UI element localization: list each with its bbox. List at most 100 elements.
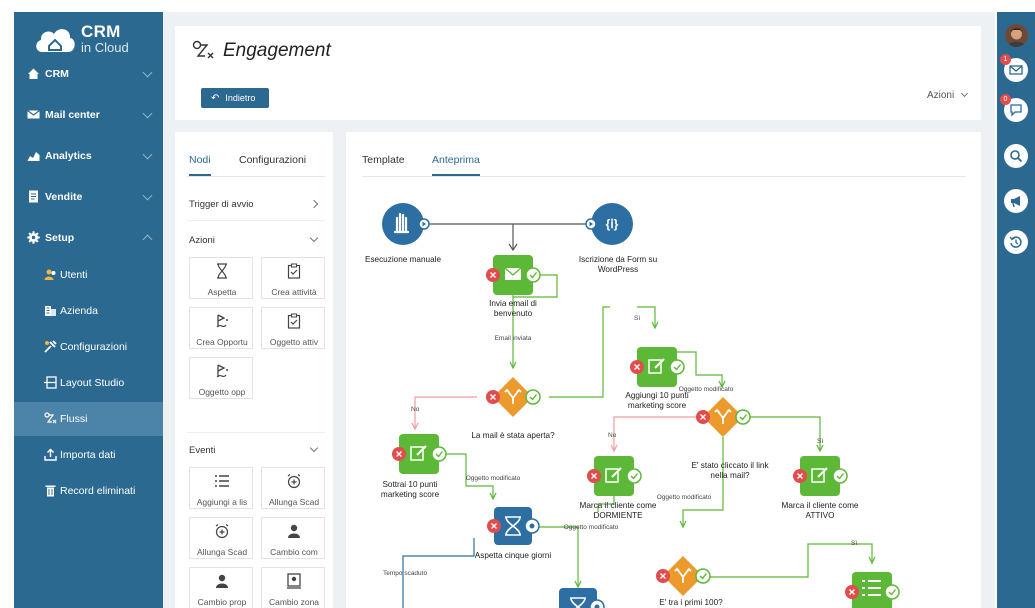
gear-icon xyxy=(27,231,40,244)
config-icon xyxy=(44,340,57,353)
sidebar: CRM in Cloud CRM Mail center Analytics V… xyxy=(14,12,163,608)
sidebar-item-record-eliminati[interactable]: Record eliminati xyxy=(14,474,163,508)
node-label: marketing score xyxy=(381,490,440,499)
condition-node-mail-opened[interactable] xyxy=(486,377,541,417)
eventi-label: Eventi xyxy=(189,445,216,456)
page-header: Engagement ↶ Indietro Azioni xyxy=(175,26,981,120)
divider xyxy=(187,220,325,221)
tab-nodi[interactable]: Nodi xyxy=(189,154,211,166)
sidebar-item-utenti[interactable]: Utenti xyxy=(14,258,163,292)
tab-configurazioni[interactable]: Configurazioni xyxy=(239,154,306,166)
actions-label: Azioni xyxy=(926,90,955,101)
node-tile-aspetta[interactable]: Aspetta xyxy=(189,257,253,299)
logo-title: CRM xyxy=(81,22,121,41)
page-title: Engagement xyxy=(223,40,331,61)
search-icon xyxy=(1010,150,1023,163)
form-icon: {ⅰ} xyxy=(606,217,619,231)
azioni-label: Azioni xyxy=(189,235,215,246)
trigger-node-manual[interactable] xyxy=(382,203,430,245)
sidebar-item-layout-studio[interactable]: Layout Studio xyxy=(14,366,163,400)
back-button-label: Indietro xyxy=(225,93,256,103)
node-tile-aggiungi-lista[interactable]: Aggiungi a lis xyxy=(189,467,253,509)
user-icon xyxy=(216,574,228,588)
search-button[interactable] xyxy=(1004,144,1028,168)
node-tile-allunga-scadenza-2[interactable]: Allunga Scad xyxy=(189,517,253,559)
alarm-clock-icon xyxy=(287,474,301,489)
announcements-button[interactable] xyxy=(1004,189,1028,213)
back-arrow-icon: ↶ xyxy=(211,92,220,104)
node-tile-crea-attivita[interactable]: Crea attività xyxy=(261,257,325,299)
flag-icon xyxy=(216,314,228,328)
tile-label: Oggetto opp xyxy=(198,387,246,397)
tile-label: Oggetto attiv xyxy=(269,337,319,347)
sidebar-item-setup[interactable]: Setup xyxy=(14,221,163,255)
node-tile-cambio-proprietario[interactable]: Cambio prop xyxy=(189,567,253,608)
trigger-node-form[interactable]: {ⅰ} xyxy=(585,203,633,245)
envelope-icon xyxy=(1009,65,1023,75)
clipboard-check-icon xyxy=(287,263,301,279)
sidebar-item-label: Mail center xyxy=(45,109,100,121)
history-button[interactable] xyxy=(1004,230,1028,254)
clipboard-check-icon xyxy=(287,313,301,329)
sidebar-item-vendite[interactable]: Vendite xyxy=(14,180,163,214)
sidebar-item-importa-dati[interactable]: Importa dati xyxy=(14,438,163,472)
action-node-add-to-list[interactable] xyxy=(845,572,900,608)
sidebar-item-label: Layout Studio xyxy=(60,377,125,389)
chevron-down-icon xyxy=(309,233,319,243)
sidebar-item-mail-center[interactable]: Mail center xyxy=(14,98,163,132)
sidebar-item-label: Flussi xyxy=(60,413,88,425)
node-tile-oggetto-opportunita[interactable]: Oggetto opp xyxy=(189,357,253,399)
sidebar-item-label: Importa dati xyxy=(60,449,116,461)
logo[interactable]: CRM in Cloud xyxy=(34,22,154,62)
node-tile-oggetto-attivita[interactable]: Oggetto attiv xyxy=(261,307,325,349)
wait-node-partial[interactable] xyxy=(559,588,605,608)
node-label: La mail è stata aperta? xyxy=(471,431,555,440)
edge-label: No xyxy=(411,406,420,413)
action-node-mark-active[interactable] xyxy=(793,456,848,496)
condition-node-first-100[interactable] xyxy=(656,556,711,596)
sidebar-item-azienda[interactable]: Azienda xyxy=(14,294,163,328)
node-tile-cambio-zona[interactable]: Cambio zona xyxy=(261,567,325,608)
trash-icon xyxy=(45,485,56,497)
node-label: Invia email di xyxy=(489,299,537,308)
action-node-add-points[interactable] xyxy=(630,347,685,387)
wait-node-five-days[interactable] xyxy=(487,507,540,545)
edge-label: Email inviata xyxy=(495,335,532,342)
layout-icon xyxy=(44,376,57,389)
user-icon xyxy=(288,524,300,538)
home-icon xyxy=(28,68,39,79)
sidebar-item-label: Setup xyxy=(45,232,75,244)
sidebar-item-label: Azienda xyxy=(60,305,98,317)
building-icon xyxy=(45,306,56,316)
sidebar-item-flussi[interactable]: Flussi xyxy=(14,402,163,436)
logo-subtitle: in Cloud xyxy=(81,40,129,55)
edge-label: Sì xyxy=(817,438,823,445)
sidebar-item-analytics[interactable]: Analytics xyxy=(14,139,163,173)
condition-node-link-clicked[interactable] xyxy=(696,397,751,437)
action-node-welcome-email[interactable] xyxy=(486,255,541,295)
sidebar-item-label: Record eliminati xyxy=(60,485,136,497)
back-button[interactable]: ↶ Indietro xyxy=(201,88,269,108)
node-tile-allunga-scadenza[interactable]: Allunga Scad xyxy=(261,467,325,509)
actions-dropdown[interactable]: Azioni xyxy=(926,89,969,101)
chat-icon xyxy=(1010,104,1022,117)
node-tile-cambio-commerciale[interactable]: Cambio com xyxy=(261,517,325,559)
chevron-right-icon xyxy=(309,199,319,209)
nodes-panel: Nodi Configurazioni Trigger di avvio Azi… xyxy=(175,132,333,608)
avatar[interactable] xyxy=(1005,24,1028,47)
app-window: CRM in Cloud CRM Mail center Analytics V… xyxy=(0,0,1035,608)
sidebar-item-label: Configurazioni xyxy=(60,341,128,353)
tile-label: Aspetta xyxy=(207,287,237,297)
flow-icon xyxy=(192,40,214,59)
action-node-subtract-points[interactable] xyxy=(392,434,447,474)
sidebar-item-label: Utenti xyxy=(60,269,88,281)
node-label: Marca il cliente come xyxy=(580,501,657,510)
document-icon xyxy=(29,190,38,203)
edge-label: Sì xyxy=(634,315,640,322)
user-avatar-icon xyxy=(1005,24,1028,47)
sidebar-item-crm[interactable]: CRM xyxy=(14,57,163,91)
node-tile-crea-opportunita[interactable]: Crea Opportu xyxy=(189,307,253,349)
sidebar-item-configurazioni[interactable]: Configurazioni xyxy=(14,330,163,364)
action-node-mark-dormant[interactable] xyxy=(587,456,642,496)
node-label: E' tra i primi 100? xyxy=(659,598,723,607)
